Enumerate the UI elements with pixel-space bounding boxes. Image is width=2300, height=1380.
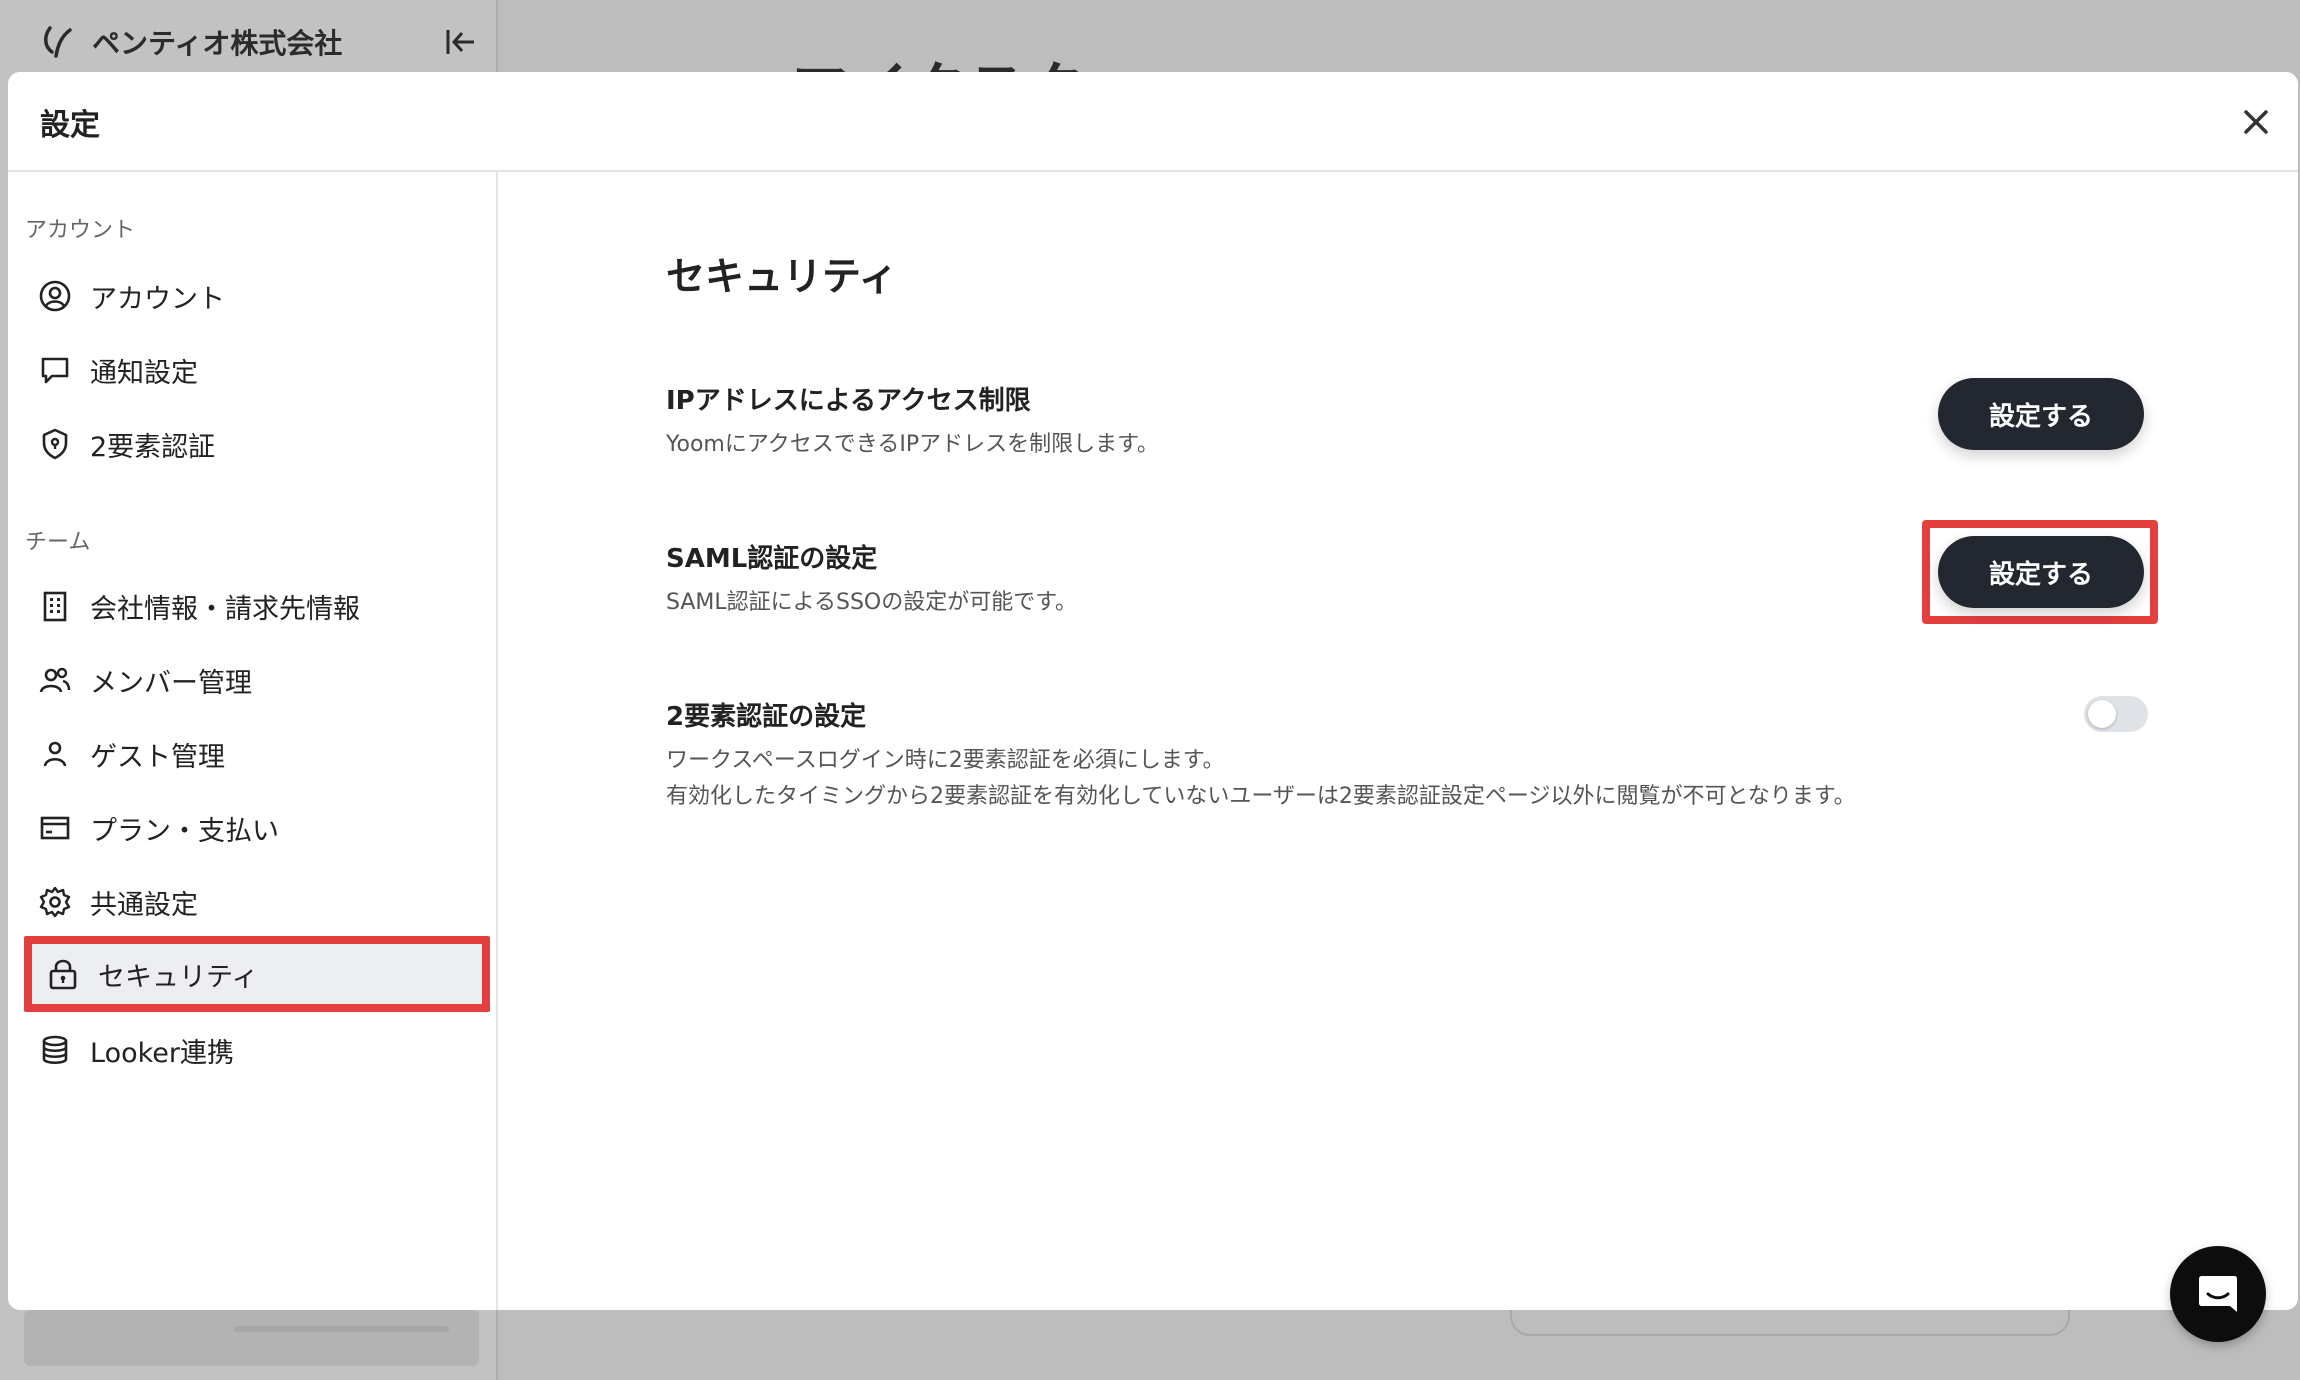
nav-item-two-factor[interactable]: 2要素認証 — [38, 416, 458, 472]
saml-setting: SAML認証の設定 SAML認証によるSSOの設定が可能です。 — [666, 538, 1077, 621]
setting-title: 2要素認証の設定 — [666, 702, 867, 732]
nav-item-label: 会社情報・請求先情報 — [90, 593, 360, 625]
collapse-sidebar-icon[interactable] — [440, 22, 480, 62]
chat-launcher-button[interactable] — [2170, 1246, 2266, 1342]
two-factor-setting: 2要素認証の設定 ワークスペースログイン時に2要素認証を必須にします。 有効化し… — [666, 696, 1856, 815]
nav-item-guests[interactable]: ゲスト管理 — [38, 726, 458, 782]
page-title: セキュリティ — [666, 255, 898, 300]
close-icon[interactable] — [2236, 102, 2276, 142]
modal-title: 設定 — [40, 108, 100, 143]
ip-restriction-setting: IPアドレスによるアクセス制限 YoomにアクセスできるIPアドレスを制限します… — [666, 380, 1159, 463]
credit-card-icon — [40, 816, 70, 840]
message-icon — [41, 357, 69, 384]
nav-item-label: セキュリティ — [98, 961, 259, 993]
nav-section-account: アカウント — [25, 218, 136, 243]
nav-item-looker[interactable]: Looker連携 — [38, 1022, 458, 1078]
nav-item-security[interactable]: セキュリティ — [24, 936, 490, 1012]
nav-item-company-billing[interactable]: 会社情報・請求先情報 — [38, 578, 458, 634]
setting-title: SAML認証の設定 — [666, 544, 878, 574]
background-page-title: マイクスク — [792, 44, 1089, 74]
modal-header: 設定 — [8, 72, 2298, 172]
two-factor-toggle[interactable] — [2084, 696, 2148, 732]
chat-icon — [2199, 1276, 2237, 1312]
setting-description: YoomにアクセスできるIPアドレスを制限します。 — [666, 432, 1159, 457]
brand-logo-icon — [44, 26, 72, 58]
nav-item-label: プラン・支払い — [90, 815, 279, 847]
user-circle-icon — [39, 280, 71, 312]
security-content: セキュリティ IPアドレスによるアクセス制限 YoomにアクセスできるIPアドレ… — [498, 172, 2298, 1310]
modal-body: アカウント アカウント 通知設定 2要素認証 チーム 会社情報・請求先情報 メン… — [8, 172, 2298, 1310]
nav-item-common-settings[interactable]: 共通設定 — [38, 874, 458, 930]
nav-section-team: チーム — [25, 530, 91, 555]
description-line: ワークスペースログイン時に2要素認証を必須にします。 — [666, 748, 1225, 773]
toggle-knob — [2088, 700, 2116, 728]
description-line: 有効化したタイミングから2要素認証を有効化していないユーザーは2要素認証設定ペー… — [666, 784, 1856, 809]
setting-title: IPアドレスによるアクセス制限 — [666, 386, 1031, 416]
shield-icon — [42, 428, 68, 460]
nav-item-label: Looker連携 — [90, 1037, 234, 1069]
org-switcher[interactable]: ペンティオ株式会社 — [42, 20, 342, 64]
nav-item-notifications[interactable]: 通知設定 — [38, 342, 458, 398]
nav-item-plan-payment[interactable]: プラン・支払い — [38, 800, 458, 856]
lock-icon — [49, 959, 77, 990]
nav-item-label: 共通設定 — [90, 889, 198, 921]
gear-icon — [39, 886, 71, 918]
saml-configure-button[interactable]: 設定する — [1938, 536, 2144, 608]
setting-description: ワークスペースログイン時に2要素認証を必須にします。 有効化したタイミングから2… — [666, 743, 1856, 815]
settings-modal: 設定 アカウント アカウント 通知設定 2要素認証 チーム 会社情報・請求先情報… — [8, 72, 2298, 1310]
database-icon — [42, 1035, 68, 1065]
nav-item-members[interactable]: メンバー管理 — [38, 652, 458, 708]
settings-nav: アカウント アカウント 通知設定 2要素認証 チーム 会社情報・請求先情報 メン… — [8, 172, 498, 1310]
nav-item-label: メンバー管理 — [90, 667, 252, 699]
nav-item-label: ゲスト管理 — [90, 741, 225, 773]
nav-item-label: 2要素認証 — [90, 431, 216, 463]
setting-description: SAML認証によるSSOの設定が可能です。 — [666, 590, 1078, 615]
building-icon — [43, 591, 67, 622]
background-card — [24, 1310, 479, 1366]
nav-item-label: 通知設定 — [90, 357, 198, 389]
nav-item-label: アカウント — [90, 283, 225, 315]
ip-restriction-configure-button[interactable]: 設定する — [1938, 378, 2144, 450]
user-icon — [43, 741, 67, 767]
org-name: ペンティオ株式会社 — [92, 27, 343, 60]
users-icon — [39, 667, 71, 693]
nav-item-account[interactable]: アカウント — [38, 268, 458, 324]
